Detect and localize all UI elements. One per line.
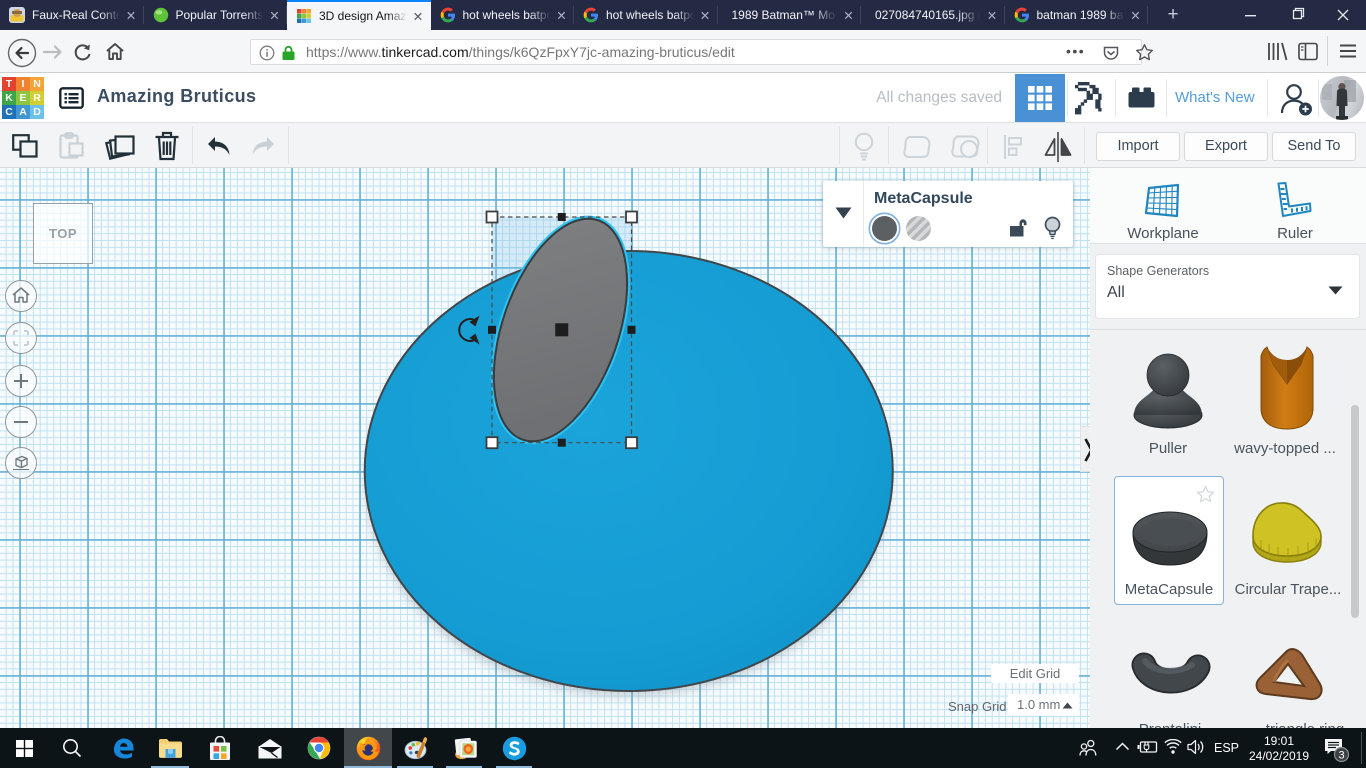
svg-text:3: 3: [1338, 750, 1344, 762]
